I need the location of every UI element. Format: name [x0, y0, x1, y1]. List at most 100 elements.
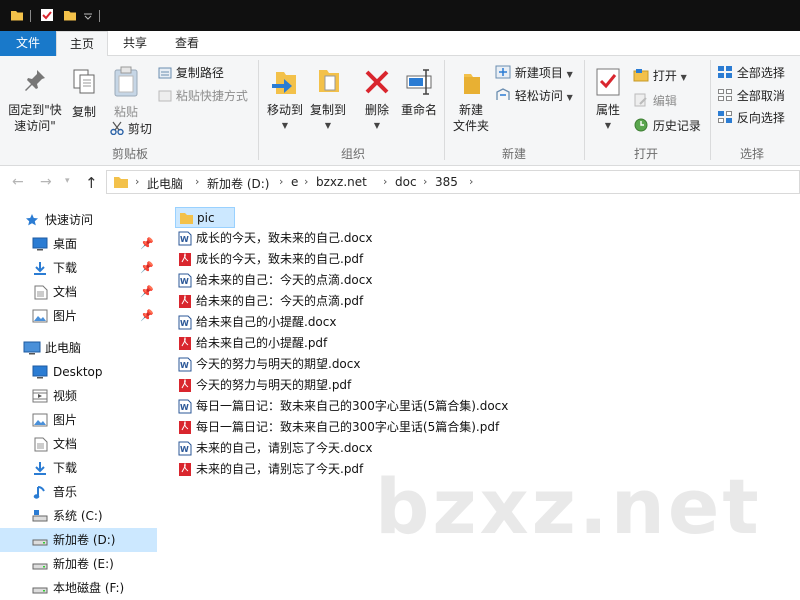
word-document-icon: W: [178, 315, 192, 330]
drive-icon: [32, 563, 48, 570]
open-button[interactable]: 打开 ▼: [633, 67, 687, 84]
file-explorer-window: 文件 主页 共享 查看 固定到"快 速访问" 复制 粘贴 复制路径 粘贴快捷方式: [0, 0, 800, 600]
edit-icon: [634, 93, 647, 107]
new-item-button[interactable]: 新建项目 ▼: [495, 64, 573, 81]
sidebar-item-videos[interactable]: 视频: [0, 384, 157, 408]
breadcrumb-chevron-icon[interactable]: ›: [304, 175, 308, 188]
copy-path-icon: [158, 67, 172, 79]
breadcrumb-chevron-icon[interactable]: ›: [469, 175, 473, 188]
address-bar[interactable]: › 此电脑 › 新加卷 (D:) › e › bzxz.net › doc › …: [106, 170, 800, 194]
sidebar-item-this-pc[interactable]: 此电脑: [0, 336, 157, 360]
pin-icon[interactable]: 📌: [140, 304, 154, 328]
properties-button[interactable]: 属性 ▼: [590, 66, 626, 134]
sidebar-item-music[interactable]: 音乐: [0, 480, 157, 504]
sidebar-item-documents-pinned[interactable]: 文档 📌: [0, 280, 157, 304]
tab-home[interactable]: 主页: [56, 31, 108, 57]
up-arrow-icon[interactable]: ↑: [85, 174, 98, 192]
edit-button[interactable]: 编辑: [633, 92, 677, 109]
new-folder-icon[interactable]: [63, 8, 77, 22]
tab-view[interactable]: 查看: [162, 31, 212, 56]
delete-button[interactable]: 删除 ▼: [358, 66, 396, 134]
forward-arrow-icon[interactable]: →: [40, 174, 52, 190]
rename-label: 重命名: [400, 103, 437, 117]
move-to-button[interactable]: 移动到 ▼: [263, 66, 307, 134]
sidebar-item-drive-f[interactable]: 本地磁盘 (F:): [0, 576, 157, 600]
sidebar-item-drive-e[interactable]: 新加卷 (E:): [0, 552, 157, 576]
breadcrumb-doc[interactable]: doc: [395, 175, 417, 189]
sidebar-item-downloads-pinned[interactable]: 下载 📌: [0, 256, 157, 280]
sidebar-item-documents[interactable]: 文档: [0, 432, 157, 456]
move-to-label: 移动到: [266, 103, 303, 117]
new-folder-button[interactable]: 新建 文件夹: [450, 66, 492, 134]
pdf-document-icon: [179, 378, 191, 392]
sidebar-item-downloads[interactable]: 下载: [0, 456, 157, 480]
watermark: bzxz.net: [375, 462, 762, 551]
pin-quick-access-button[interactable]: 固定到"快 速访问": [4, 68, 66, 134]
select-all-button[interactable]: 全部选择: [717, 64, 785, 81]
word-document-icon: W: [178, 357, 192, 372]
sidebar-item-pictures-pinned[interactable]: 图片 📌: [0, 304, 157, 328]
paste-shortcut-label: 粘贴快捷方式: [175, 89, 248, 103]
pin-icon[interactable]: 📌: [140, 280, 154, 304]
cut-label: 剪切: [127, 122, 152, 136]
sidebar-item-quick-access[interactable]: 快速访问: [0, 208, 157, 232]
sidebar-item-label: 图片: [53, 413, 78, 427]
select-none-button[interactable]: 全部取消: [717, 87, 785, 104]
sidebar-item-desktop[interactable]: Desktop: [0, 360, 157, 384]
breadcrumb-this-pc[interactable]: 此电脑: [147, 175, 183, 192]
breadcrumb-chevron-icon[interactable]: ›: [279, 175, 283, 188]
copy-label: 复制: [71, 105, 96, 119]
breadcrumb-chevron-icon[interactable]: ›: [195, 175, 199, 188]
delete-x-icon: [365, 70, 389, 94]
invert-selection-button[interactable]: 反向选择: [717, 109, 785, 126]
copy-path-button[interactable]: 复制路径: [158, 64, 224, 81]
pin-icon[interactable]: 📌: [140, 256, 154, 280]
properties-icon: [596, 68, 620, 96]
picture-icon: [32, 309, 48, 323]
document-icon: [34, 437, 48, 452]
properties-label: 属性: [595, 103, 620, 117]
breadcrumb-chevron-icon[interactable]: ›: [383, 175, 387, 188]
picture-icon: [32, 413, 48, 427]
file-name: 成长的今天，致未来的自己.docx: [196, 231, 373, 245]
properties-check-icon[interactable]: [40, 8, 54, 22]
clipboard-group-label: 剪贴板: [111, 147, 148, 161]
history-icon: [634, 118, 648, 132]
sidebar-item-pictures[interactable]: 图片: [0, 408, 157, 432]
tab-file[interactable]: 文件: [0, 31, 56, 56]
copy-button[interactable]: 复制: [66, 68, 102, 120]
cut-button[interactable]: 剪切: [110, 120, 152, 137]
folder-item-pic[interactable]: pic: [175, 207, 235, 228]
breadcrumb-drive-d[interactable]: 新加卷 (D:): [207, 175, 269, 192]
sidebar-item-drive-d[interactable]: 新加卷 (D:): [0, 528, 157, 552]
rename-button[interactable]: 重命名: [398, 66, 440, 118]
tab-share[interactable]: 共享: [110, 31, 160, 56]
svg-text:W: W: [180, 403, 189, 412]
sidebar-item-label: 图片: [53, 309, 78, 323]
sidebar-item-label: 视频: [53, 389, 78, 403]
history-button[interactable]: 历史记录: [633, 117, 701, 134]
breadcrumb-chevron-icon[interactable]: ›: [423, 175, 427, 188]
copy-path-label: 复制路径: [175, 66, 224, 80]
folder-icon[interactable]: [10, 8, 24, 22]
easy-access-dropdown-icon: ▼: [566, 93, 573, 102]
sidebar-item-system-c[interactable]: 系统 (C:): [0, 504, 157, 528]
pdf-document-icon: [179, 462, 191, 476]
organize-group-label: 组织: [340, 147, 365, 161]
sidebar-item-desktop-pinned[interactable]: 桌面 📌: [0, 232, 157, 256]
ribbon-separator: [444, 60, 445, 160]
copy-to-dropdown-icon: ▼: [324, 121, 332, 130]
easy-access-button[interactable]: 轻松访问 ▼: [495, 87, 573, 104]
breadcrumb-385[interactable]: 385: [435, 175, 458, 189]
sidebar-item-label: 新加卷 (E:): [53, 557, 114, 571]
breadcrumb-chevron-icon[interactable]: ›: [135, 175, 139, 188]
copy-to-button[interactable]: 复制到 ▼: [306, 66, 350, 134]
paste-shortcut-button[interactable]: 粘贴快捷方式: [158, 87, 248, 104]
breadcrumb-e[interactable]: e: [291, 175, 298, 189]
paste-button[interactable]: 粘贴: [106, 66, 146, 120]
breadcrumb-bzxz[interactable]: bzxz.net: [316, 175, 367, 189]
back-arrow-icon[interactable]: ←: [12, 174, 24, 190]
customize-toolbar-chevron-icon[interactable]: [83, 12, 93, 20]
pin-icon[interactable]: 📌: [140, 232, 154, 256]
recent-locations-chevron-icon[interactable]: ▾: [65, 176, 70, 186]
